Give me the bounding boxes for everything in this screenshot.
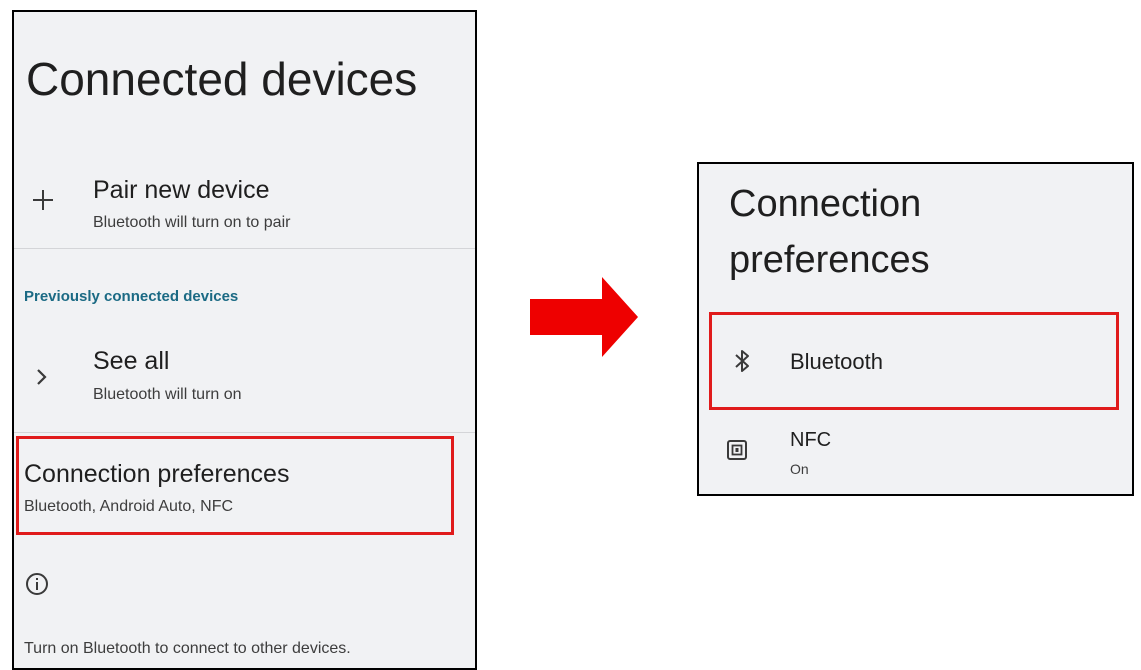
bluetooth-item[interactable]: Bluetooth: [709, 314, 1119, 409]
connection-preferences-screen: Connection preferences Bluetooth NFC On: [697, 162, 1134, 496]
page-title-line-1: Connection: [729, 183, 922, 225]
see-all-title: See all: [93, 347, 170, 375]
divider: [14, 248, 475, 249]
nfc-title: NFC: [790, 429, 832, 451]
bluetooth-title: Bluetooth: [790, 349, 883, 374]
plus-icon: [33, 190, 53, 210]
connected-devices-screen: Connected devices Pair new device Blueto…: [12, 10, 477, 670]
connection-preferences-title: Connection preferences: [24, 460, 290, 488]
nfc-icon: [727, 440, 747, 460]
connection-preferences-item[interactable]: Connection preferences Bluetooth, Androi…: [14, 436, 454, 532]
info-icon: [26, 573, 48, 595]
nfc-item[interactable]: NFC On: [709, 419, 1119, 489]
see-all-subtitle: Bluetooth will turn on: [93, 386, 242, 403]
page-title: Connected devices: [26, 53, 418, 105]
pair-new-device-subtitle: Bluetooth will turn on to pair: [93, 214, 291, 231]
pair-new-device-title: Pair new device: [93, 176, 270, 204]
page-title-line-2: preferences: [729, 239, 930, 281]
page-title: Connection preferences: [729, 176, 930, 288]
see-all-item[interactable]: See all Bluetooth will turn on: [14, 342, 475, 432]
bluetooth-icon: [735, 350, 749, 372]
section-label-previously-connected: Previously connected devices: [24, 288, 239, 305]
connection-preferences-subtitle: Bluetooth, Android Auto, NFC: [24, 498, 234, 515]
divider: [14, 432, 475, 433]
bluetooth-off-hint: Turn on Bluetooth to connect to other de…: [24, 640, 351, 657]
nfc-subtitle: On: [790, 461, 809, 477]
pair-new-device-item[interactable]: Pair new device Bluetooth will turn on t…: [14, 162, 475, 247]
arrow-right-icon: [530, 277, 638, 357]
chevron-right-icon: [37, 369, 47, 385]
